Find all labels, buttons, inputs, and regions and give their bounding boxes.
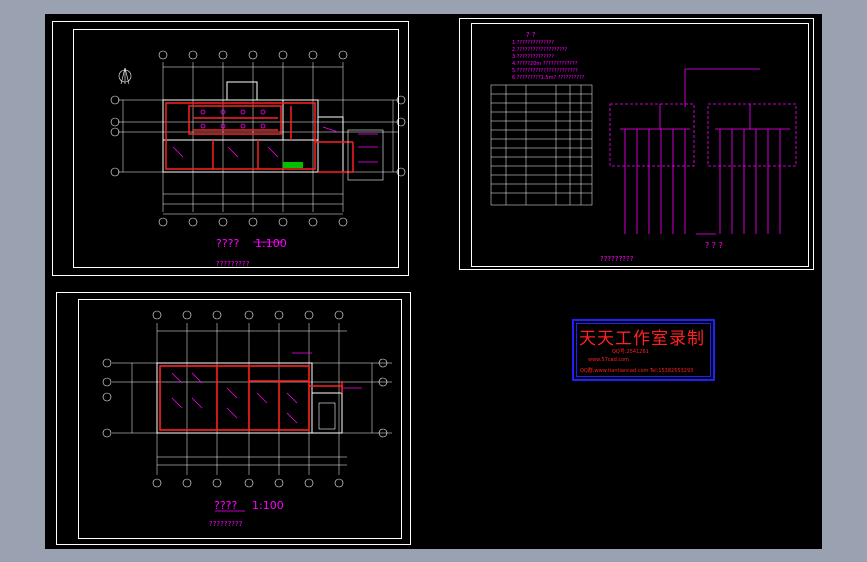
drawing-sheet-bottom-left[interactable]: ???? 1:100 ?????????: [56, 292, 411, 545]
stamp-title: 天天工作室录制: [579, 329, 705, 349]
studio-watermark-stamp: 天天工作室录制 QQ号:2541261 www.57cad.com QQ群:ww…: [572, 319, 715, 381]
drawing-sheet-top-right[interactable]: ? ? 1.?????????????? 2.?????????????????…: [459, 18, 814, 270]
legend-table-and-system-diagram: [490, 68, 797, 235]
sheet1-scale: 1:100: [255, 237, 287, 250]
stamp-line: QQ号:2541261: [612, 349, 649, 355]
drawing-sheet-top-left[interactable]: ???? 1:100 ?????????: [52, 21, 409, 276]
cad-model-space[interactable]: ???? 1:100 ????????? ???? 1:100 ????????…: [45, 14, 822, 549]
sheet2-title: ????: [214, 499, 238, 512]
stamp-line: QQ群:www.tiantiancad.com Tel:15382553293: [580, 368, 694, 374]
sheet3-subtitle: ?????????: [600, 255, 634, 263]
system-diagram-title: ? ? ?: [705, 241, 723, 250]
sheet2-subtitle: ?????????: [209, 520, 243, 528]
stamp-line: www.57cad.com: [588, 357, 630, 363]
sheet1-subtitle: ?????????: [216, 260, 250, 268]
sheet2-scale: 1:100: [252, 499, 284, 512]
sheet1-title: ????: [216, 237, 240, 250]
